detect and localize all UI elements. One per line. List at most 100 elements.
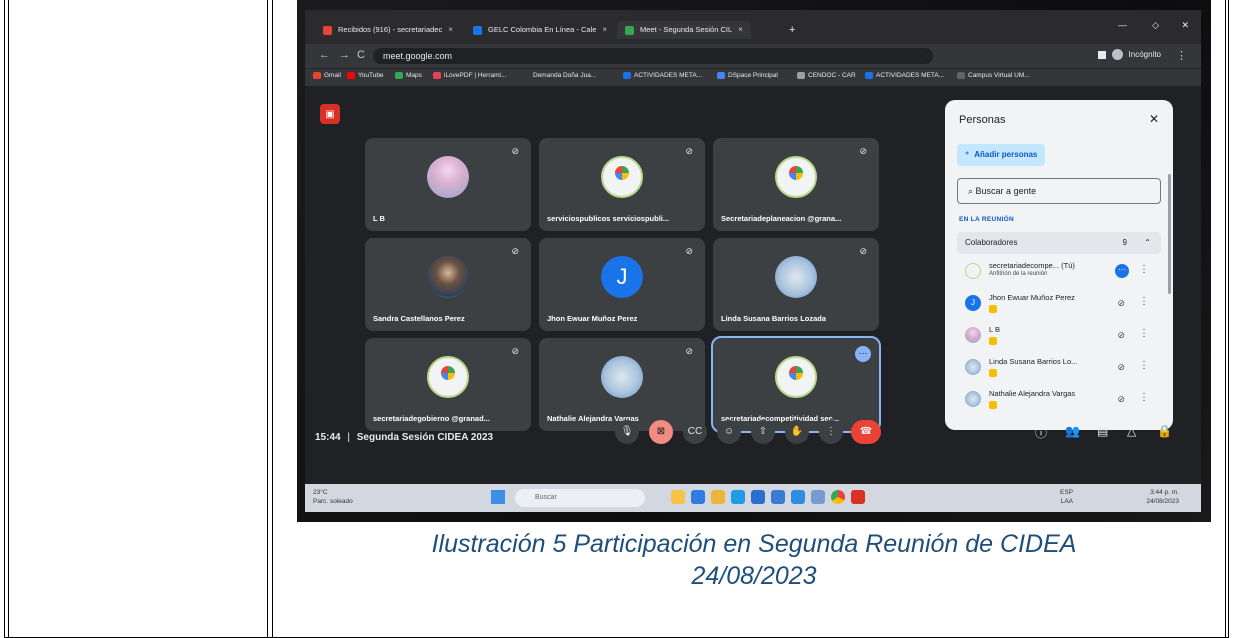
participant-row[interactable]: secretariadecompe... (Tú) Anfitrión de l… xyxy=(957,258,1161,286)
incognito-indicator[interactable]: Incógnito xyxy=(1097,49,1161,60)
minimize-icon[interactable]: — xyxy=(1118,20,1127,30)
mic-off-icon[interactable]: ⊘ xyxy=(1117,394,1125,405)
bookmark[interactable]: YouTube xyxy=(347,72,384,79)
mic-off-icon: ⊘ xyxy=(685,246,693,256)
activities-icon[interactable]: △ xyxy=(1127,424,1136,438)
side-panel-icon[interactable] xyxy=(1097,50,1106,59)
participant-name: Jhon Ewuar Muñoz Perez xyxy=(989,293,1075,302)
app-icon[interactable] xyxy=(791,490,805,504)
new-tab-button[interactable]: + xyxy=(789,21,795,39)
participant-avatar xyxy=(427,356,469,399)
close-window-icon[interactable]: ✕ xyxy=(1181,20,1189,31)
taskbar-search[interactable]: Buscar xyxy=(515,489,645,507)
participant-name: L B xyxy=(989,325,1000,334)
participant-tile[interactable]: ⊘ secretariadegobierno @granad... xyxy=(365,338,531,431)
bookmark[interactable]: Maps xyxy=(395,72,422,79)
participant-row[interactable]: Linda Susana Barrios Lo... ⊘ ⋮ xyxy=(957,354,1161,382)
app-icon[interactable] xyxy=(751,490,765,504)
more-options-icon[interactable]: ⋯ xyxy=(1115,264,1129,278)
participant-row[interactable]: L B ⊘ ⋮ xyxy=(957,322,1161,350)
windows-start-icon[interactable] xyxy=(491,490,505,504)
kebab-menu-icon[interactable]: ⋮ xyxy=(1139,296,1149,307)
add-person-icon: ⁺ xyxy=(965,150,970,159)
mic-off-icon[interactable]: ⊘ xyxy=(1117,362,1125,373)
weather-widget[interactable]: 23°C Parc. soleado xyxy=(313,488,353,506)
back-icon[interactable]: ← xyxy=(319,49,330,61)
reload-icon[interactable]: C xyxy=(357,49,365,61)
participant-tile[interactable]: ⊘ Nathalie Alejandra Vargas xyxy=(539,338,705,431)
captions-button[interactable]: CC xyxy=(683,420,707,444)
mic-off-icon[interactable]: ⊘ xyxy=(1117,298,1125,309)
chevron-up-icon[interactable]: ⌃ xyxy=(1144,232,1151,254)
restore-icon[interactable]: ◇ xyxy=(1152,20,1159,31)
app-icon[interactable] xyxy=(811,490,825,504)
temperature: 23°C xyxy=(313,489,328,496)
microphone-button[interactable]: 🎙 xyxy=(615,420,639,444)
close-icon[interactable]: × xyxy=(448,21,453,39)
chat-icon[interactable]: ▤ xyxy=(1097,424,1108,438)
participant-tile-self[interactable]: ⋯ secretariadecompetitividad sec... xyxy=(711,336,881,433)
more-options-button[interactable]: ⋮ xyxy=(819,420,843,444)
browser-tab[interactable]: Recibidos (916) - secretariadec × xyxy=(323,21,453,39)
close-icon[interactable]: × xyxy=(738,21,743,39)
menu-icon[interactable]: ⋮ xyxy=(1176,49,1187,62)
edge-icon[interactable] xyxy=(731,490,745,504)
participant-tile[interactable]: J ⊘ Jhon Ewuar Muñoz Perez xyxy=(539,238,705,331)
mic-off-icon[interactable]: ⊘ xyxy=(1117,330,1125,341)
panel-title: Personas xyxy=(959,114,1006,126)
folder-icon[interactable] xyxy=(711,490,725,504)
participant-tile[interactable]: ⊘ Sandra Castellanos Perez xyxy=(365,238,531,331)
kebab-menu-icon[interactable]: ⋮ xyxy=(1139,392,1149,403)
kebab-menu-icon[interactable]: ⋮ xyxy=(1139,264,1149,275)
bookmark[interactable]: CENDOC - CAR xyxy=(797,72,856,79)
info-icon[interactable]: ⓘ xyxy=(1035,424,1047,441)
file-explorer-icon[interactable] xyxy=(671,490,685,504)
bookmark[interactable]: DSpace Principal xyxy=(717,72,778,79)
bookmark[interactable]: iLovePDF | Herrami... xyxy=(433,72,506,79)
meet-stage: ▣ ⊘ L B ⊘ serviciospublicos serviciospub… xyxy=(305,86,1201,474)
pdf-icon[interactable] xyxy=(851,490,865,504)
participant-row[interactable]: J Jhon Ewuar Muñoz Perez ⊘ ⋮ xyxy=(957,290,1161,318)
kebab-menu-icon[interactable]: ⋮ xyxy=(1139,360,1149,371)
panel-scrollbar[interactable] xyxy=(1168,174,1171,294)
bookmark[interactable]: ACTIVIDADES META... xyxy=(865,72,944,79)
participant-row[interactable]: Nathalie Alejandra Vargas ⊘ ⋮ xyxy=(957,386,1161,414)
browser-tab[interactable]: GELC Colombia En Línea - Cale × xyxy=(473,21,607,39)
participant-tile[interactable]: ⊘ Linda Susana Barrios Lozada xyxy=(713,238,879,331)
mic-off-icon: ⊘ xyxy=(685,346,693,356)
close-icon[interactable]: × xyxy=(602,21,607,39)
people-icon[interactable]: 👥 xyxy=(1065,424,1080,438)
add-people-button[interactable]: ⁺ Añadir personas xyxy=(957,144,1046,166)
mail-icon[interactable] xyxy=(771,490,785,504)
forward-icon[interactable]: → xyxy=(339,49,350,61)
close-icon[interactable]: ✕ xyxy=(1149,112,1159,126)
host-controls-icon[interactable]: 🔒 xyxy=(1157,424,1172,438)
url-field[interactable]: meet.google.com xyxy=(373,48,933,64)
bookmark[interactable]: Campus Virtual UM... xyxy=(957,72,1030,79)
bookmark[interactable]: ACTIVIDADES META... xyxy=(623,72,702,79)
emoji-button[interactable]: ☺ xyxy=(717,420,741,444)
bookmark[interactable]: Gmail xyxy=(313,72,341,79)
participant-tile[interactable]: ⊘ L B xyxy=(365,138,531,231)
camera-off-button[interactable]: ⊠ xyxy=(649,420,673,444)
participant-tile[interactable]: ⊘ serviciospublicos serviciospubli... xyxy=(539,138,705,231)
participant-name: Linda Susana Barrios Lo... xyxy=(989,357,1078,366)
browser-tab-active[interactable]: Meet - Segunda Sesión CIL × xyxy=(617,21,751,39)
leave-call-button[interactable]: ☎ xyxy=(851,420,881,444)
participant-name: secretariadecompe... (Tú) xyxy=(989,261,1075,270)
caption-line-1: Ilustración 5 Participación en Segunda R… xyxy=(431,530,1077,558)
app-icon[interactable] xyxy=(691,490,705,504)
present-button[interactable]: ⇧ xyxy=(751,420,775,444)
more-options-icon[interactable]: ⋯ xyxy=(855,346,871,362)
participant-avatar xyxy=(965,391,981,407)
chrome-icon[interactable] xyxy=(831,490,845,504)
participant-avatar xyxy=(965,359,981,375)
bookmark[interactable]: Demanda Doña Jua... xyxy=(533,72,596,79)
search-people-input[interactable]: ⌕ Buscar a gente xyxy=(957,178,1161,204)
collaborators-group[interactable]: Colaboradores 9 ⌃ xyxy=(957,232,1161,254)
gmail-icon xyxy=(323,25,332,35)
camera-off-icon[interactable]: ▣ xyxy=(320,104,340,124)
kebab-menu-icon[interactable]: ⋮ xyxy=(1139,328,1149,339)
raise-hand-button[interactable]: ✋ xyxy=(785,420,809,444)
participant-tile[interactable]: ⊘ Secretariadeplaneacion @grana... xyxy=(713,138,879,231)
